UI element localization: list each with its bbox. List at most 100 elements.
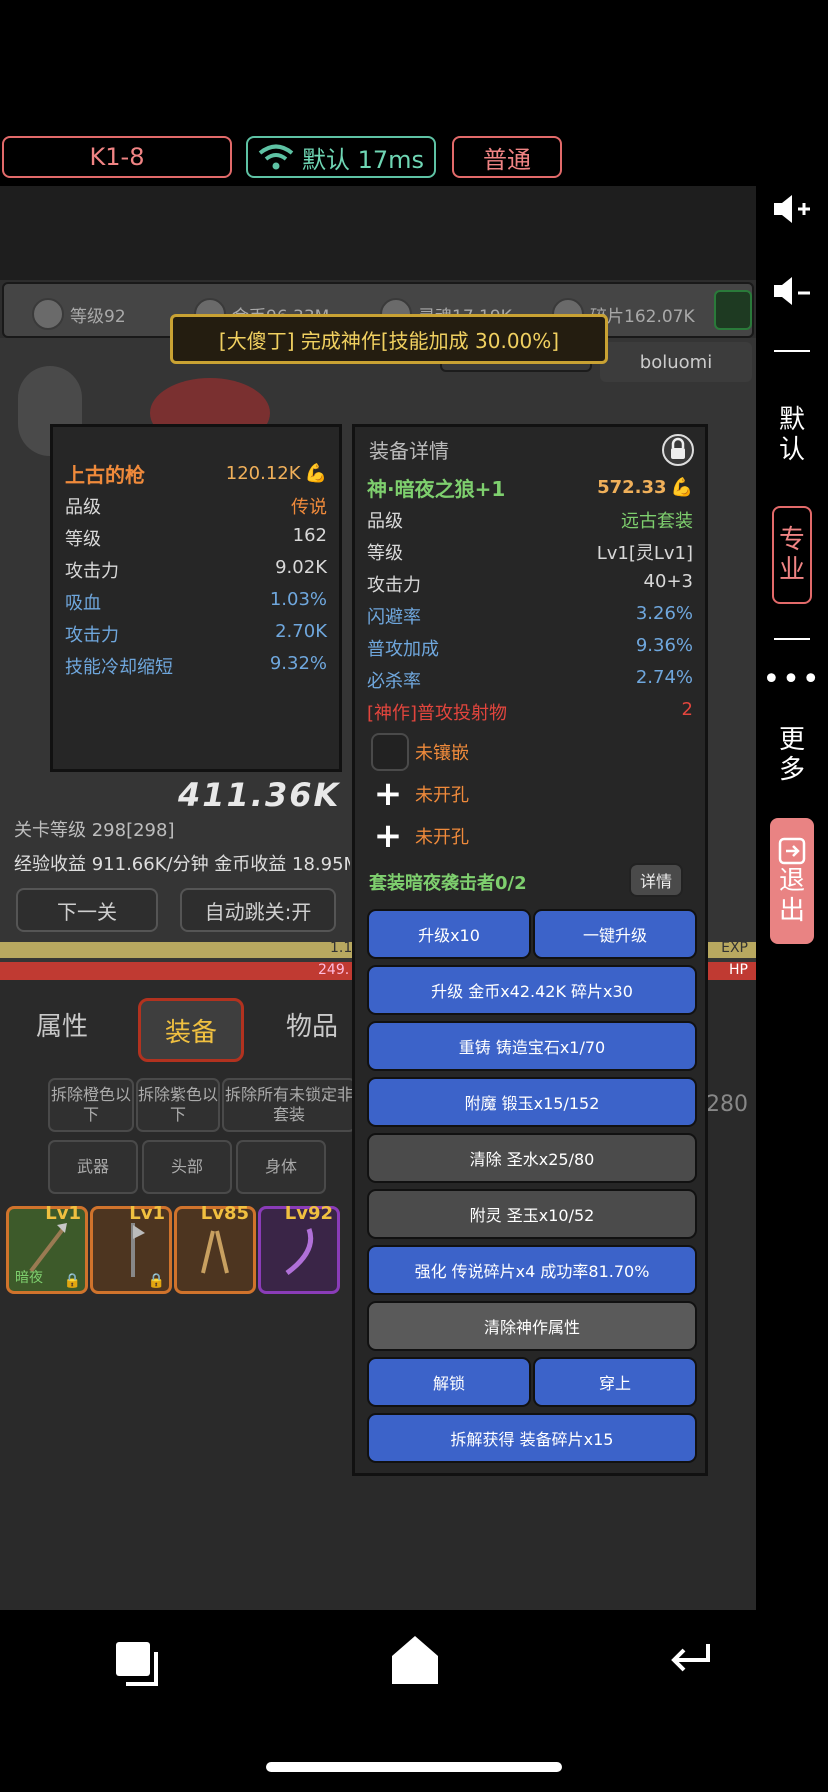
filter-non-set[interactable]: 拆除所有未锁定非套装 [222, 1078, 356, 1132]
hp-tag: HP [729, 962, 748, 978]
bow-icon [285, 1228, 314, 1276]
halberd-icon [131, 1223, 145, 1277]
item-name: 上古的枪 [65, 463, 145, 487]
dismantle-button[interactable]: 拆解获得 装备碎片x15 [367, 1413, 697, 1463]
unlock-button[interactable]: 解锁 [367, 1357, 531, 1407]
lock-icon: 🔒 [63, 1273, 81, 1289]
tab-equipment-label: 装备 [164, 1017, 217, 1048]
damage-number: 411.36K [178, 776, 341, 814]
back-icon[interactable] [668, 1640, 714, 1680]
stat-row: [神作]普攻投射物 2 [367, 699, 693, 725]
leaf-icon[interactable] [714, 290, 752, 330]
tab-items[interactable]: 物品 [286, 1006, 338, 1043]
network-pill[interactable]: 默认 17ms [246, 136, 436, 178]
divider [774, 350, 810, 352]
item-slot[interactable]: Lv1 🔒 [90, 1203, 172, 1294]
difficulty-label: 普通 [483, 145, 531, 174]
item-slot[interactable]: Lv1 暗夜 🔒 [6, 1203, 88, 1294]
volume-up-icon [774, 195, 810, 223]
enhance-button[interactable]: 强化 传说碎片x4 成功率81.70% [367, 1245, 697, 1295]
stat-row: 吸血 1.03% [65, 589, 327, 615]
stat-label: 等级 [367, 543, 403, 564]
filter-head[interactable]: 头部 [142, 1140, 232, 1194]
spirit-button[interactable]: 附灵 圣玉x10/52 [367, 1189, 697, 1239]
stat-label: 攻击力 [367, 575, 421, 596]
wifi-icon [258, 144, 294, 170]
crown-icon [32, 298, 64, 330]
stage-label: K1-8 [89, 143, 145, 171]
hp-value: 249. [318, 962, 350, 978]
exp-tag: EXP [721, 940, 748, 956]
item-power: 572.33 💪 [597, 473, 693, 502]
income-text: 经验收益 911.66K/分钟 金币收益 18.95M [14, 854, 350, 875]
item-slot[interactable]: Lv92 [258, 1203, 340, 1294]
twin-blade-icon [201, 1230, 229, 1274]
stat-row: 等级 Lv1[灵Lv1] [367, 539, 693, 565]
auto-jump-label: 自动跳关:开 [204, 899, 312, 924]
level-resource: 等级92 [32, 298, 126, 330]
upgrade-button[interactable]: 升级 金币x42.42K 碎片x30 [367, 965, 697, 1015]
auto-jump-toggle[interactable]: 自动跳关:开 [180, 888, 336, 932]
filter-orange-below[interactable]: 拆除橙色以下 [48, 1078, 134, 1132]
default-label: 默认 [778, 405, 805, 465]
muscle-icon: 💪 [304, 463, 327, 484]
stat-label: 闪避率 [367, 607, 421, 628]
player-name-tag[interactable]: boluomi [600, 342, 752, 382]
home-indicator[interactable] [266, 1762, 562, 1772]
recast-button[interactable]: 重铸 铸造宝石x1/70 [367, 1021, 697, 1071]
plus-icon[interactable]: + [371, 819, 405, 853]
plus-icon[interactable]: + [371, 777, 405, 811]
compare-item-panel: 上古的枪 120.12K 💪 品级 传说 等级 162 攻击力 9.02K 吸血 1.0… [50, 424, 342, 772]
pro-mode-button[interactable]: 专业 [772, 506, 812, 604]
banner-text: [大傻丁] 完成神作[技能加成 30.00%] [218, 328, 560, 353]
gem-socket-label: 未镶嵌 [415, 743, 469, 764]
stat-label: 等级 [65, 529, 101, 550]
stat-value: 9.36% [635, 635, 693, 656]
volume-up-button[interactable] [760, 188, 824, 230]
clear-masterwork-button[interactable]: 清除神作属性 [367, 1301, 697, 1351]
enchant-button[interactable]: 附魔 锻玉x15/152 [367, 1077, 697, 1127]
tab-attributes[interactable]: 属性 [36, 1006, 88, 1043]
set-detail-button[interactable]: 详情 [629, 863, 683, 897]
stat-value: 传说 [291, 497, 327, 518]
tab-equipment[interactable]: 装备 [138, 998, 244, 1062]
stage-pill[interactable]: K1-8 [2, 136, 232, 178]
more-dots-icon[interactable]: ••• [760, 662, 824, 697]
filter-purple-below[interactable]: 拆除紫色以下 [136, 1078, 220, 1132]
stat-label: 攻击力 [65, 561, 119, 582]
filter-body[interactable]: 身体 [236, 1140, 326, 1194]
recent-apps-icon[interactable] [112, 1638, 164, 1690]
stat-value: 3.26% [635, 603, 693, 624]
upgrade-x10-button[interactable]: 升级x10 [367, 909, 531, 959]
next-stage-button[interactable]: 下一关 [16, 888, 158, 932]
stat-row: 品级 远古套装 [367, 507, 693, 533]
difficulty-pill[interactable]: 普通 [452, 136, 562, 178]
stat-value: 2 [681, 699, 693, 720]
item-slot[interactable]: Lv85 [174, 1203, 256, 1294]
exit-button[interactable]: 退出 [770, 818, 814, 944]
one-key-upgrade-button[interactable]: 一键升级 [533, 909, 697, 959]
stat-value: 9.02K [275, 557, 327, 578]
count-display: 280 [706, 1092, 748, 1117]
stat-value: 2.70K [275, 621, 327, 642]
stat-value: 远古套装 [621, 511, 693, 532]
stat-value: Lv1[灵Lv1] [596, 543, 693, 564]
filter-weapon[interactable]: 武器 [48, 1140, 138, 1194]
set-detail-label: 详情 [639, 872, 672, 891]
equip-button[interactable]: 穿上 [533, 1357, 697, 1407]
lock-icon[interactable] [661, 433, 695, 467]
more-button[interactable]: 更多 [760, 722, 824, 788]
muscle-icon: 💪 [670, 477, 693, 498]
item-name: 神·暗夜之狼+1 [367, 477, 506, 501]
stat-row: 攻击力 9.02K [65, 557, 327, 583]
stat-row: 必杀率 2.74% [367, 667, 693, 693]
clear-button[interactable]: 清除 圣水x25/80 [367, 1133, 697, 1183]
gem-socket[interactable] [371, 733, 409, 771]
volume-down-button[interactable] [760, 270, 824, 312]
more-label: 更多 [778, 725, 805, 785]
set-bonus: 套装暗夜袭击者0/2 [369, 873, 527, 894]
home-icon[interactable] [390, 1634, 440, 1686]
default-mode-button[interactable]: 默认 [760, 404, 824, 466]
stat-value: 40+3 [643, 571, 693, 592]
stat-row: 攻击力 2.70K [65, 621, 327, 647]
